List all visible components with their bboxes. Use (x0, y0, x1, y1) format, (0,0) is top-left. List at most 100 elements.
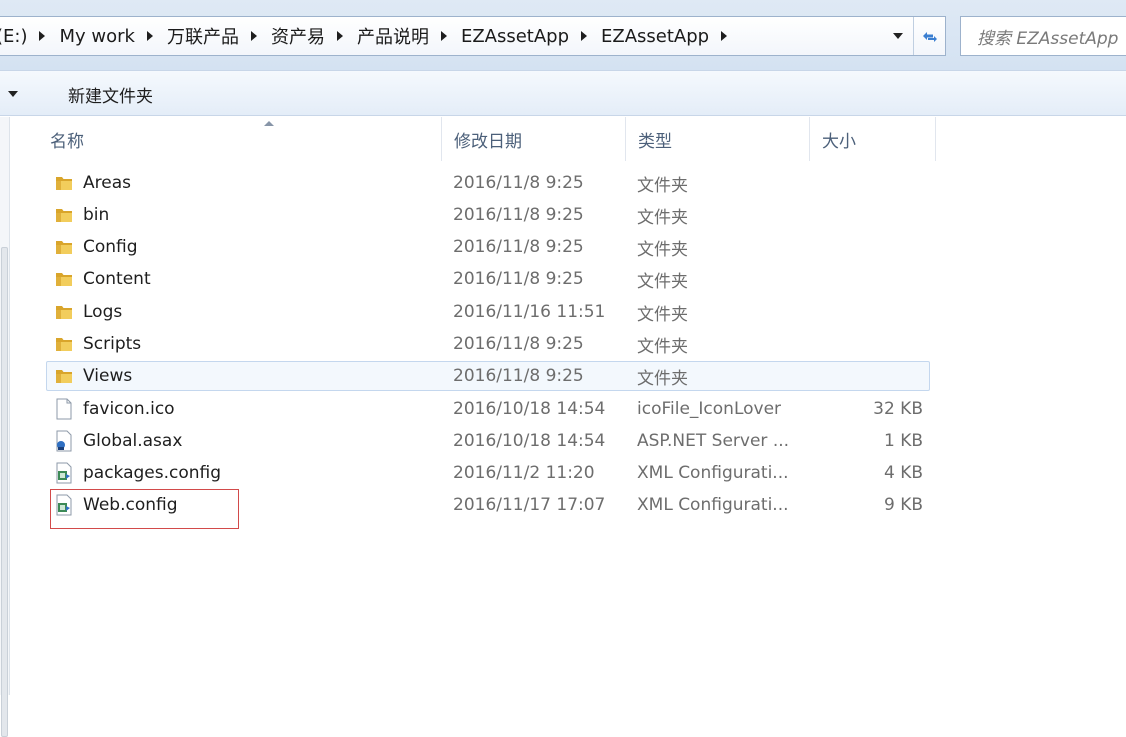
file-row[interactable]: Config 2016/11/8 9:25 文件夹 (46, 232, 930, 262)
file-size (827, 298, 923, 326)
folder-icon (53, 362, 75, 390)
file-size (827, 330, 923, 358)
file-type: 文件夹 (637, 207, 688, 228)
toolbar: 新建文件夹 (0, 70, 1126, 116)
file-type: XML Configurati... (637, 463, 789, 483)
column-header-row: 名称 修改日期 类型 大小 (10, 117, 1126, 161)
file-date: 2016/11/17 17:07 (453, 495, 606, 515)
file-name: Global.asax (83, 431, 183, 451)
file-type: 文件夹 (637, 368, 688, 389)
breadcrumb-ziyanyi[interactable]: 资产易 (269, 17, 327, 55)
folder-icon (53, 201, 75, 229)
file-date: 2016/11/8 9:25 (453, 205, 584, 225)
file-size (827, 169, 923, 197)
folder-icon (53, 233, 75, 261)
column-header-date[interactable]: 修改日期 (442, 117, 626, 161)
file-row[interactable]: Global.asax 2016/10/18 14:54 ASP.NET Serve… (46, 426, 930, 456)
file-date: 2016/11/8 9:25 (453, 269, 584, 289)
file-size: 1 KB (883, 431, 923, 451)
file-date: 2016/11/8 9:25 (453, 237, 584, 257)
breadcrumb-separator-icon[interactable] (336, 31, 343, 41)
breadcrumb-wanlian[interactable]: 万联产品 (165, 17, 241, 55)
file-size (827, 233, 923, 261)
folder-icon (53, 169, 75, 197)
file-type: 文件夹 (637, 271, 688, 292)
breadcrumb-separator-icon[interactable] (581, 31, 588, 41)
search-input[interactable]: 搜索 EZAssetApp (960, 16, 1126, 56)
file-size: 4 KB (883, 463, 923, 483)
file-date: 2016/11/8 9:25 (453, 366, 584, 386)
column-header-name[interactable]: 名称 (38, 117, 442, 161)
breadcrumb-drive[interactable]: (E:) (0, 17, 29, 55)
file-type: icoFile_IconLover (637, 399, 782, 419)
file-name: Content (83, 269, 151, 289)
file-type: XML Configurati... (637, 495, 789, 515)
column-header-size[interactable]: 大小 (810, 117, 936, 161)
chevron-down-icon (893, 33, 903, 39)
organize-dropdown-icon[interactable] (8, 91, 18, 97)
file-date: 2016/11/8 9:25 (453, 173, 584, 193)
column-header-date-label: 修改日期 (454, 131, 522, 152)
file-row[interactable]: Scripts 2016/11/8 9:25 文件夹 (46, 329, 930, 359)
breadcrumb-separator-icon[interactable] (250, 31, 257, 41)
address-bar-area: (E:) My work 万联产品 资产易 产品说明 EZAssetApp EZ… (0, 0, 1126, 70)
file-date: 2016/11/16 11:51 (453, 302, 606, 322)
folder-icon (53, 298, 75, 326)
file-name: Logs (83, 302, 123, 322)
file-name: Config (83, 237, 138, 257)
file-size (827, 265, 923, 293)
file-row[interactable]: Logs 2016/11/16 11:51 文件夹 (46, 297, 930, 327)
file-name: packages.config (83, 463, 222, 483)
config-file-icon (53, 459, 75, 487)
file-date: 2016/10/18 14:54 (453, 431, 606, 451)
file-icon (53, 395, 75, 423)
sort-ascending-icon (264, 121, 274, 126)
file-size: 9 KB (883, 495, 923, 515)
breadcrumb-separator-icon[interactable] (39, 31, 46, 41)
refresh-icon (923, 32, 937, 42)
file-date: 2016/11/2 11:20 (453, 463, 595, 483)
navigation-pane-scrollbar[interactable] (1, 247, 8, 737)
column-header-name-label: 名称 (50, 131, 84, 152)
column-header-type[interactable]: 类型 (626, 117, 810, 161)
file-date: 2016/10/18 14:54 (453, 399, 606, 419)
address-bar[interactable]: (E:) My work 万联产品 资产易 产品说明 EZAssetApp EZ… (0, 16, 946, 56)
file-type: 文件夹 (637, 304, 688, 325)
navigation-pane (0, 117, 10, 737)
file-date: 2016/11/8 9:25 (453, 334, 584, 354)
file-size (827, 362, 923, 390)
file-row[interactable]: favicon.ico 2016/10/18 14:54 icoFile_IconL… (46, 394, 930, 424)
file-type: ASP.NET Server ... (637, 431, 790, 451)
breadcrumb-separator-icon[interactable] (440, 31, 447, 41)
annotation-highlight-box (50, 489, 239, 529)
breadcrumb-product-docs[interactable]: 产品说明 (355, 17, 431, 55)
column-header-size-label: 大小 (822, 131, 856, 152)
file-type: 文件夹 (637, 336, 688, 357)
file-name: favicon.ico (83, 399, 175, 419)
folder-icon (53, 330, 75, 358)
file-row[interactable]: Views 2016/11/8 9:25 文件夹 (46, 361, 930, 391)
breadcrumb-separator-icon[interactable] (146, 31, 153, 41)
file-row[interactable]: Areas 2016/11/8 9:25 文件夹 (46, 168, 930, 198)
folder-icon (53, 265, 75, 293)
file-name: bin (83, 205, 110, 225)
column-header-type-label: 类型 (638, 131, 672, 152)
file-row[interactable]: packages.config 2016/11/2 11:20 XML Config… (46, 458, 930, 488)
refresh-button[interactable] (913, 17, 945, 55)
breadcrumb-separator-icon[interactable] (721, 31, 728, 41)
breadcrumb-my-work[interactable]: My work (57, 17, 136, 55)
address-dropdown-button[interactable] (884, 17, 912, 55)
file-name: Views (83, 366, 133, 386)
file-row[interactable]: bin 2016/11/8 9:25 文件夹 (46, 200, 930, 230)
file-row[interactable]: Content 2016/11/8 9:25 文件夹 (46, 264, 930, 294)
file-type: 文件夹 (637, 175, 688, 196)
file-size (827, 201, 923, 229)
file-type: 文件夹 (637, 239, 688, 260)
breadcrumb-ezassetapp-2[interactable]: EZAssetApp (599, 17, 711, 55)
file-size: 32 KB (873, 399, 923, 419)
file-name: Scripts (83, 334, 142, 354)
file-name: Areas (83, 173, 131, 193)
new-folder-button[interactable]: 新建文件夹 (58, 79, 163, 109)
breadcrumb-ezassetapp-1[interactable]: EZAssetApp (459, 17, 571, 55)
aspnet-file-icon (53, 427, 75, 455)
